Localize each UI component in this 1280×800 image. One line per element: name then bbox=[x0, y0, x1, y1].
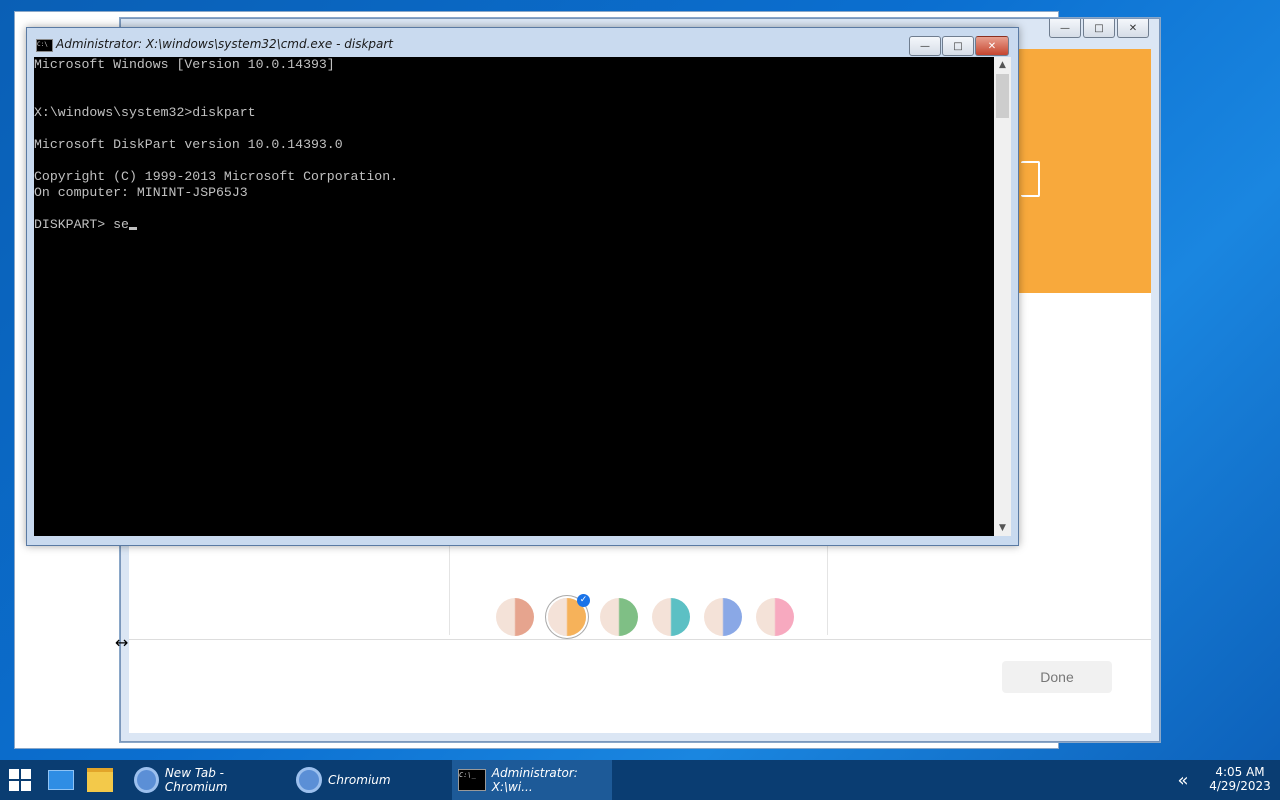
color-swatch[interactable] bbox=[756, 598, 794, 636]
banner-shape bbox=[1021, 161, 1040, 197]
taskbar: New Tab - Chromium Chromium C:\_ Administra… bbox=[0, 760, 1280, 800]
show-hidden-icons-button[interactable]: « bbox=[1172, 760, 1194, 800]
bg-close-button[interactable]: ✕ bbox=[1117, 19, 1149, 38]
bg-minimize-button[interactable]: — bbox=[1049, 19, 1081, 38]
task-view-button[interactable] bbox=[42, 760, 80, 800]
scroll-up-icon[interactable]: ▲ bbox=[994, 57, 1011, 73]
console-line: DISKPART> se bbox=[34, 217, 994, 233]
console-output[interactable]: Microsoft Windows [Version 10.0.14393] X:… bbox=[34, 57, 994, 536]
taskbar-item-label: Chromium bbox=[328, 773, 391, 787]
monitor-icon bbox=[48, 770, 74, 790]
start-button[interactable] bbox=[0, 760, 40, 800]
color-swatch[interactable] bbox=[496, 598, 534, 636]
close-button[interactable]: ✕ bbox=[975, 36, 1009, 56]
orange-banner bbox=[1019, 49, 1151, 293]
windows-logo-icon bbox=[9, 769, 31, 791]
taskbar-item-label: Administrator: X:\wi... bbox=[491, 766, 578, 794]
chromium-icon bbox=[296, 767, 322, 793]
cmd-window-title: Administrator: X:\windows\system32\cmd.e… bbox=[56, 37, 394, 51]
cmd-icon: C:\_ bbox=[458, 769, 486, 791]
done-button[interactable]: Done bbox=[1002, 661, 1112, 693]
color-swatch[interactable] bbox=[704, 598, 742, 636]
cmd-icon: C:\ bbox=[36, 39, 53, 52]
bg-maximize-button[interactable]: □ bbox=[1083, 19, 1115, 38]
maximize-button[interactable]: □ bbox=[942, 36, 974, 56]
console-line: Copyright (C) 1999-2013 Microsoft Corpor… bbox=[34, 169, 399, 184]
color-swatch[interactable] bbox=[652, 598, 690, 636]
minimize-button[interactable]: — bbox=[909, 36, 941, 56]
taskbar-item-label: New Tab - Chromium bbox=[164, 766, 228, 794]
clock[interactable]: 4:05 AM 4/29/2023 bbox=[1205, 765, 1275, 793]
color-swatch-row: ✓ bbox=[489, 594, 809, 639]
color-swatch[interactable] bbox=[600, 598, 638, 636]
vertical-scrollbar[interactable]: ▲ ▼ bbox=[994, 57, 1011, 536]
taskbar-item[interactable]: New Tab - Chromium bbox=[128, 760, 283, 800]
console-line: On computer: MININT-JSP65J3 bbox=[34, 185, 248, 200]
scroll-down-icon[interactable]: ▼ bbox=[994, 520, 1011, 536]
clock-date: 4/29/2023 bbox=[1209, 779, 1271, 793]
file-explorer-button[interactable] bbox=[82, 760, 118, 800]
selected-check-icon: ✓ bbox=[577, 594, 590, 607]
resize-cursor-icon: ↔ bbox=[115, 633, 129, 652]
taskbar-item[interactable]: C:\_ Administrator: X:\wi... bbox=[452, 760, 612, 800]
cmd-window[interactable]: C:\ Administrator: X:\windows\system32\c… bbox=[26, 27, 1019, 546]
console-line: X:\windows\system32>diskpart bbox=[34, 105, 256, 120]
console-line: Microsoft Windows [Version 10.0.14393] bbox=[34, 57, 335, 72]
console-line: Microsoft DiskPart version 10.0.14393.0 bbox=[34, 137, 343, 152]
scroll-thumb[interactable] bbox=[996, 74, 1009, 118]
text-cursor bbox=[128, 227, 137, 230]
clock-time: 4:05 AM bbox=[1215, 765, 1265, 779]
color-swatch[interactable]: ✓ bbox=[548, 594, 590, 636]
taskbar-item[interactable]: Chromium bbox=[290, 760, 440, 800]
divider bbox=[129, 639, 1151, 640]
chromium-icon bbox=[134, 767, 159, 793]
folder-icon bbox=[87, 768, 113, 792]
